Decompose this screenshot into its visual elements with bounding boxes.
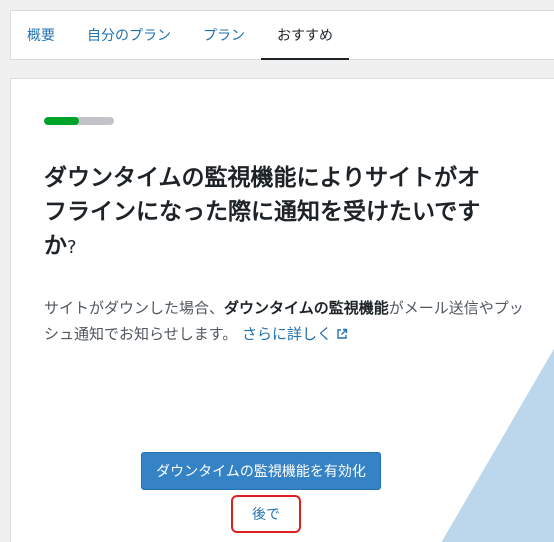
decorative-triangle — [441, 348, 554, 542]
title-question-mark: ? — [67, 237, 77, 258]
tab-plans[interactable]: プラン — [187, 11, 261, 59]
progress-bar — [44, 117, 114, 125]
enable-downtime-monitor-button[interactable]: ダウンタイムの監視機能を有効化 — [141, 452, 381, 490]
learn-more-link[interactable]: さらに詳しく — [242, 325, 348, 343]
learn-more-label: さらに詳しく — [241, 325, 332, 343]
recommendation-card: ダウンタイムの監視機能によりサイトがオフラインになった際に通知を受けたいですか?… — [10, 78, 554, 542]
progress-bar-fill — [44, 117, 79, 125]
title-text: ダウンタイムの監視機能によりサイトがオフラインになった際に通知を受けたいですか — [44, 165, 481, 259]
tab-bar: 概要 自分のプラン プラン おすすめ — [10, 10, 554, 60]
page-title: ダウンタイムの監視機能によりサイトがオフラインになった際に通知を受けたいですか? — [44, 161, 494, 265]
external-link-icon — [337, 328, 348, 339]
tab-my-plan[interactable]: 自分のプラン — [71, 11, 187, 59]
later-button[interactable]: 後で — [231, 495, 301, 533]
tab-overview[interactable]: 概要 — [11, 11, 71, 59]
description-bold: ダウンタイムの監視機能 — [224, 299, 389, 317]
description: サイトがダウンした場合、ダウンタイムの監視機能がメール送信やプッシュ通知でお知ら… — [44, 295, 524, 347]
tab-recommendations[interactable]: おすすめ — [261, 11, 349, 60]
description-text-1: サイトがダウンした場合、 — [44, 299, 225, 317]
